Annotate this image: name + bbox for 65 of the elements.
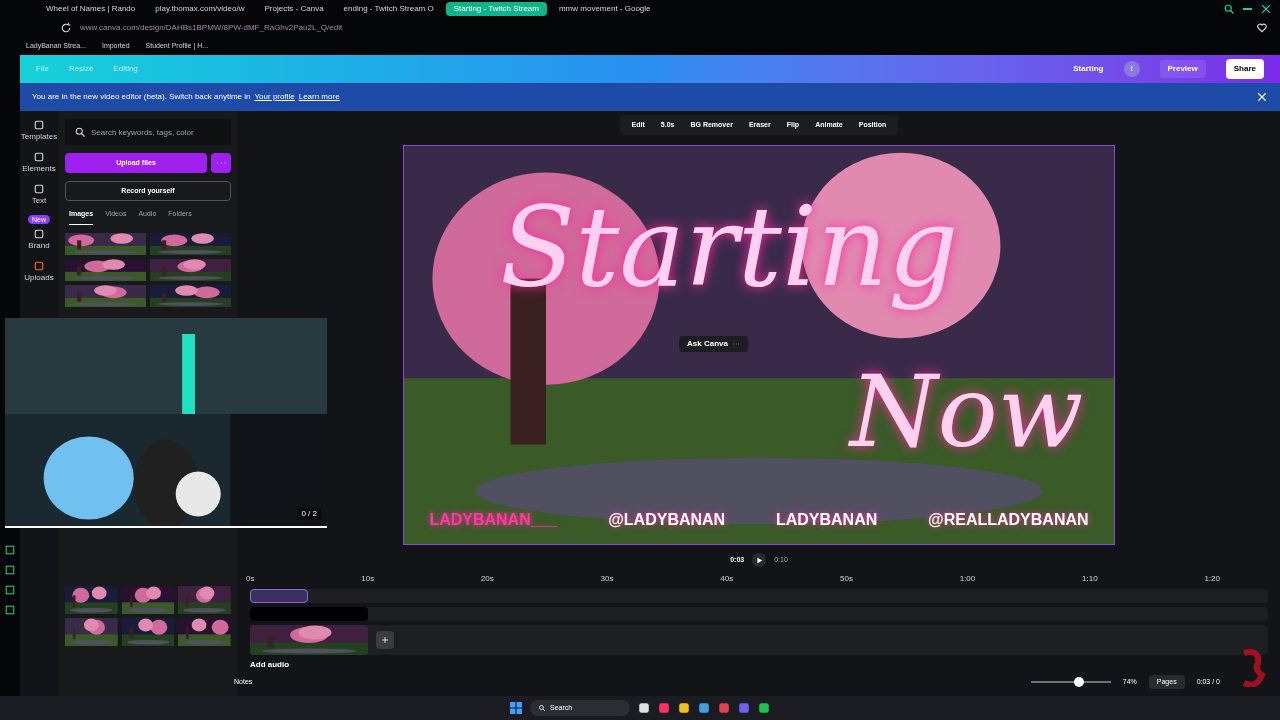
social-handle: @LADYBANAN <box>608 510 726 530</box>
search-field[interactable]: Search keywords, tags, color <box>65 119 231 145</box>
profile-link[interactable]: Your profile <box>254 91 295 103</box>
time-tick: 30s <box>600 573 614 585</box>
banner-text: You are in the new video editor (beta). Switch back anytime in <box>32 91 251 103</box>
time-tick: 40s <box>720 573 734 585</box>
rail-item[interactable]: Elements <box>22 151 56 175</box>
search-icon <box>538 704 546 712</box>
time-tick: 20s <box>480 573 494 585</box>
add-clip-button[interactable] <box>376 631 394 649</box>
rail-icon <box>33 151 45 163</box>
close-icon <box>1260 3 1272 15</box>
plus-icon <box>381 636 389 644</box>
clip[interactable] <box>250 607 368 621</box>
sidebar-app-icon <box>4 544 16 556</box>
social-handle: LADYBANAN <box>775 510 878 530</box>
browser-tab[interactable]: Projects - Canva <box>256 2 332 16</box>
rail-item[interactable]: Brand <box>28 228 50 252</box>
time-tick: 50s <box>840 573 853 585</box>
time-tick: 10s <box>361 573 375 585</box>
app-icon[interactable] <box>638 702 650 714</box>
browser-tab[interactable]: ending - Twitch Stream O <box>335 2 442 16</box>
rail-icon <box>33 183 45 195</box>
rail-item[interactable]: Uploads <box>24 260 54 284</box>
browser-tab[interactable]: mmw movement - Google <box>550 2 659 16</box>
time-tick: 1:00 <box>959 573 976 585</box>
app-icon[interactable] <box>698 702 710 714</box>
avatar[interactable]: t <box>1123 61 1140 77</box>
search-icon <box>1223 3 1235 15</box>
browser-tab[interactable]: Wheel of Names | Rando <box>38 2 144 16</box>
sidebar-app-icon <box>4 564 16 576</box>
clip[interactable] <box>250 589 308 603</box>
add-audio-button[interactable]: Add audio <box>250 659 1268 671</box>
time-tick: 1:10 <box>1082 573 1098 585</box>
social-handle: LADYBANAN___ <box>429 510 558 530</box>
share-button[interactable]: Share <box>1225 59 1264 79</box>
rail-item[interactable]: Text <box>31 183 47 207</box>
page-counter: 0 / 2 <box>297 508 321 520</box>
neon-title: Now <box>847 352 1085 472</box>
rail-icon <box>33 119 45 131</box>
learn-more-link[interactable]: Learn more <box>298 91 340 103</box>
app-icon[interactable] <box>758 702 770 714</box>
social-handle: @REALLADYBANAN <box>928 510 1089 530</box>
sidebar-app-icon <box>4 604 16 616</box>
ask-canva-button[interactable]: Ask Canva <box>687 338 728 350</box>
play-icon <box>755 556 763 564</box>
play-button[interactable] <box>752 553 767 567</box>
address-bar[interactable]: www.canva.com/design/DAHBs1BPMW/8PW-dMF_RaGhv2Pau2L_Q/edit <box>80 22 343 34</box>
heart-icon <box>1256 22 1268 34</box>
windows-icon[interactable] <box>510 702 522 714</box>
time-tick: 1:20 <box>1204 573 1220 585</box>
app-icon[interactable] <box>678 702 690 714</box>
rail-item[interactable]: Templates <box>20 119 58 143</box>
reload-icon <box>60 22 72 34</box>
sidebar-app-icon <box>4 584 16 596</box>
search-icon <box>74 126 86 138</box>
slider-thumb[interactable] <box>1073 677 1084 687</box>
preview-button[interactable]: Preview <box>1159 60 1206 78</box>
rail-icon <box>33 260 45 272</box>
close-icon <box>1256 91 1268 103</box>
more-button[interactable] <box>211 153 231 173</box>
browser-tab[interactable]: play.tbomax.com/video/w <box>147 2 253 16</box>
rail-icon <box>33 228 45 240</box>
design-title: Starting <box>1073 63 1104 75</box>
time-tick: 0s <box>246 573 255 585</box>
